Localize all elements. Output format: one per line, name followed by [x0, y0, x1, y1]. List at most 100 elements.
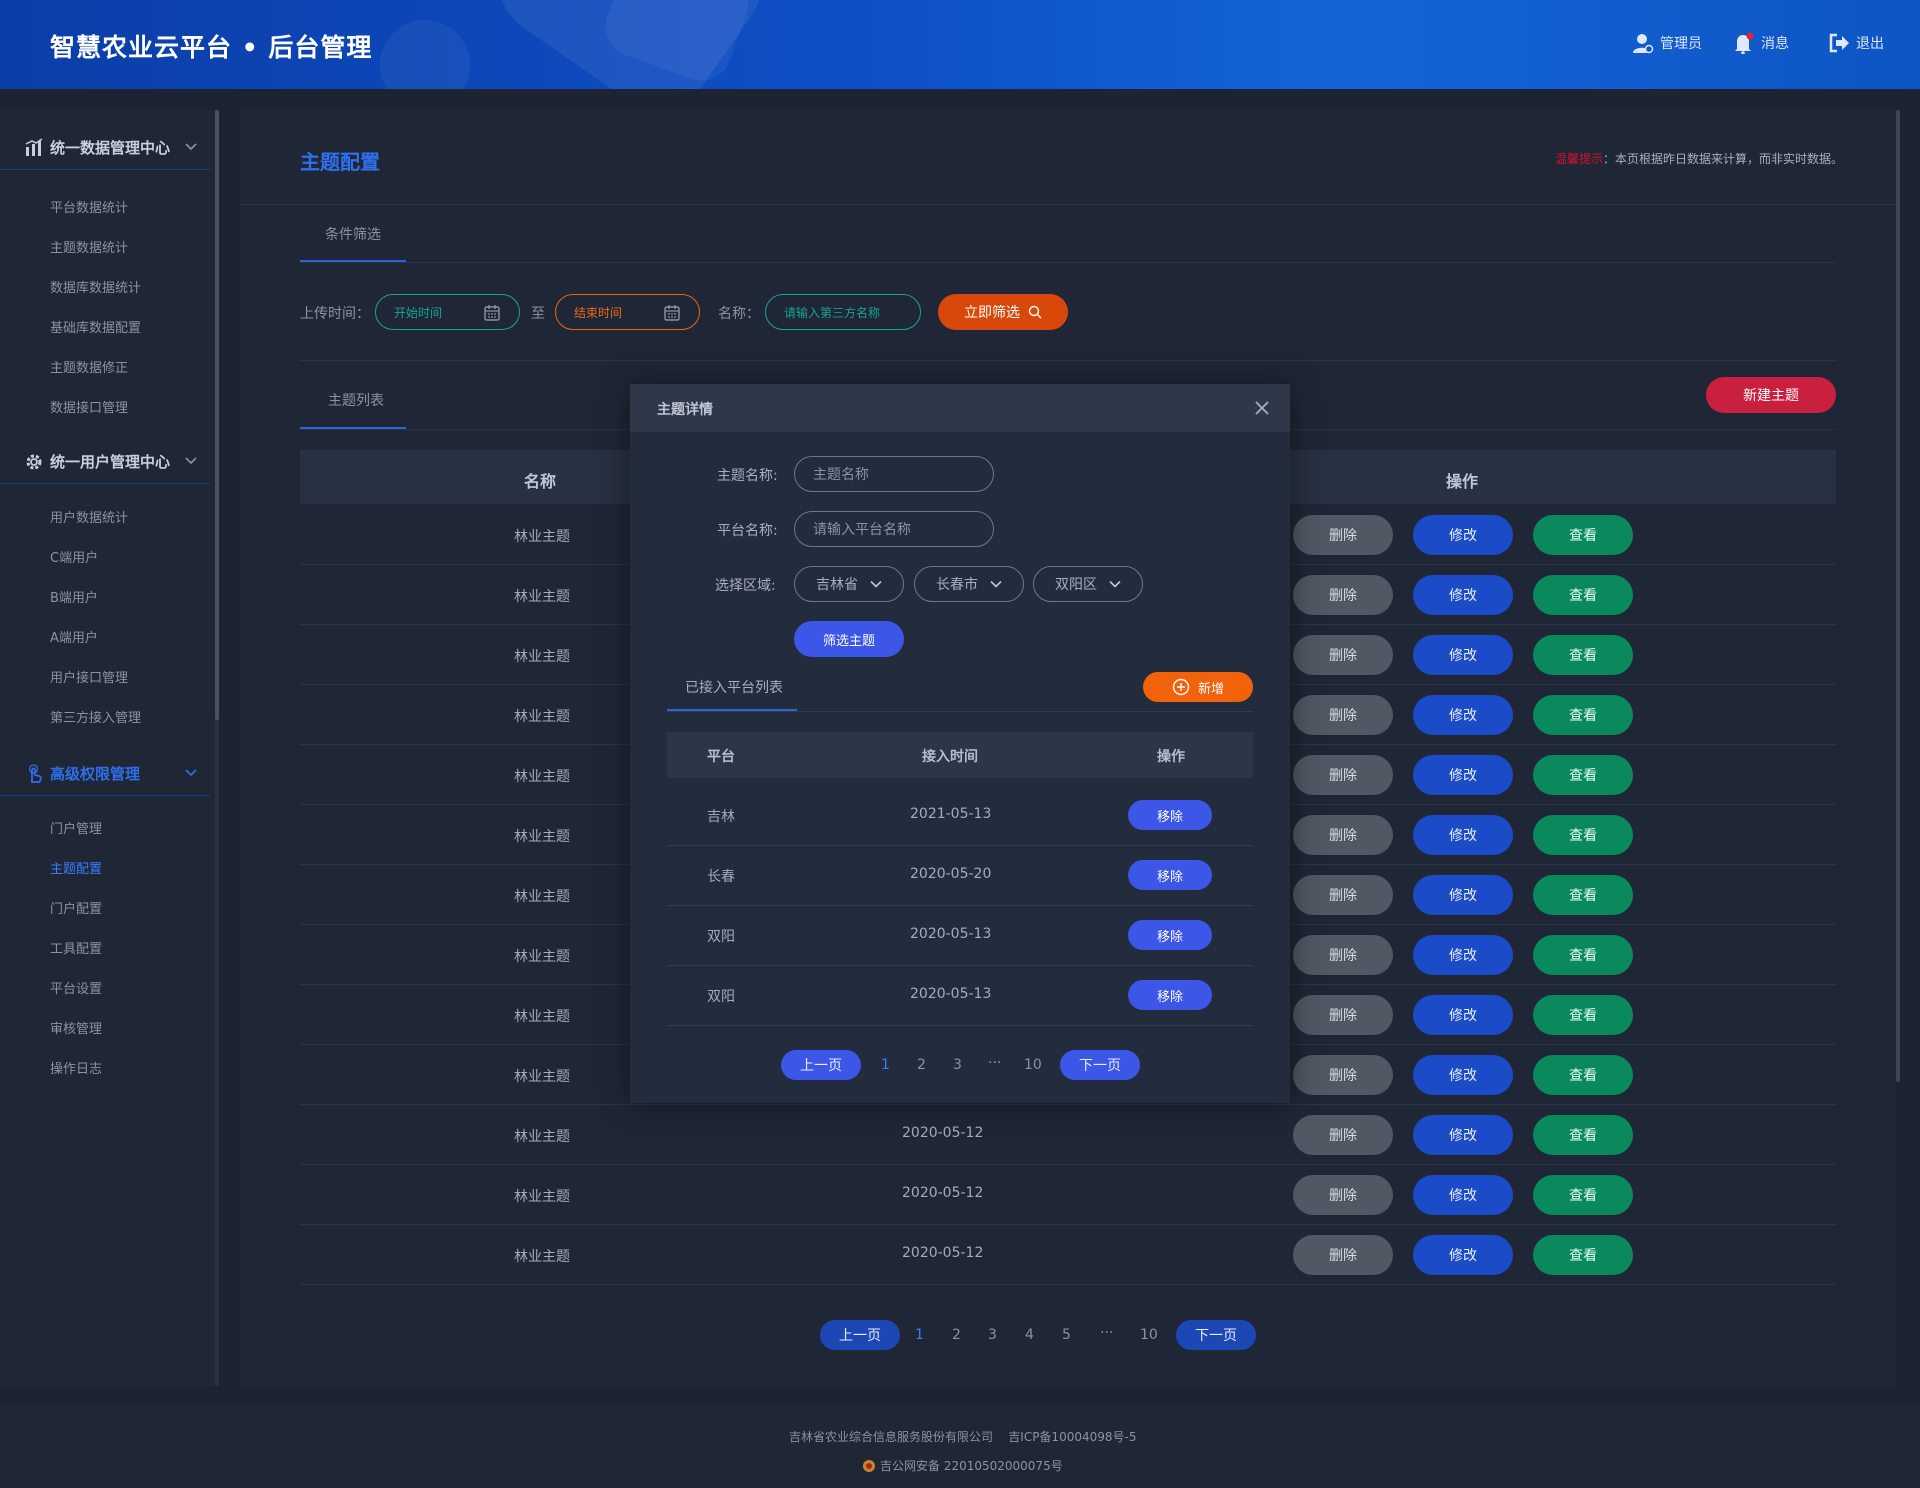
view-button[interactable]: 查看	[1533, 755, 1633, 795]
remove-button[interactable]: 移除	[1128, 920, 1212, 950]
edit-button[interactable]: 修改	[1413, 1115, 1513, 1155]
sidebar-item-a-users[interactable]: A端用户	[50, 627, 98, 646]
edit-button[interactable]: 修改	[1413, 1235, 1513, 1275]
sidebar-item-platform-settings[interactable]: 平台设置	[50, 978, 102, 997]
new-theme-button[interactable]: 新建主题	[1706, 377, 1836, 413]
sidebar-scrollbar[interactable]	[215, 110, 219, 720]
delete-button[interactable]: 删除	[1293, 635, 1393, 675]
sidebar-item-portal-config[interactable]: 门户配置	[50, 898, 102, 917]
sidebar-group-data-center[interactable]: 统一数据管理中心	[0, 126, 210, 170]
edit-button[interactable]: 修改	[1413, 635, 1513, 675]
edit-button[interactable]: 修改	[1413, 1055, 1513, 1095]
main-scrollbar[interactable]	[1896, 110, 1900, 1082]
footer-police[interactable]: 吉公网安备 22010502000075号	[862, 1457, 1063, 1474]
add-platform-button[interactable]: 新增	[1143, 672, 1253, 702]
start-date-input[interactable]: 开始时间	[375, 294, 520, 330]
sidebar-item-operation-log[interactable]: 操作日志	[50, 1058, 102, 1077]
delete-button[interactable]: 删除	[1293, 695, 1393, 735]
city-select[interactable]: 长春市	[914, 566, 1024, 602]
sidebar-item-database-stats[interactable]: 数据库数据统计	[50, 277, 141, 296]
name-search-input[interactable]: 请输入第三方名称	[765, 294, 921, 330]
edit-button[interactable]: 修改	[1413, 995, 1513, 1035]
admin-button[interactable]: 管理员	[1632, 32, 1702, 54]
filter-submit-button[interactable]: 立即筛选	[938, 294, 1068, 330]
delete-button[interactable]: 删除	[1293, 935, 1393, 975]
remove-button[interactable]: 移除	[1128, 860, 1212, 890]
sidebar-item-user-api[interactable]: 用户接口管理	[50, 667, 128, 686]
view-button[interactable]: 查看	[1533, 515, 1633, 555]
view-button[interactable]: 查看	[1533, 1055, 1633, 1095]
sidebar-item-theme-stats[interactable]: 主题数据统计	[50, 237, 128, 256]
tab-theme-list[interactable]: 主题列表	[328, 390, 384, 410]
sidebar-group-user-center[interactable]: 统一用户管理中心	[0, 440, 210, 484]
delete-button[interactable]: 删除	[1293, 1055, 1393, 1095]
filter-theme-button[interactable]: 筛选主题	[794, 621, 904, 657]
remove-button[interactable]: 移除	[1128, 800, 1212, 830]
edit-button[interactable]: 修改	[1413, 815, 1513, 855]
sidebar-group-permissions[interactable]: 高级权限管理	[0, 752, 210, 796]
view-button[interactable]: 查看	[1533, 815, 1633, 855]
sidebar-item-portal-manage[interactable]: 门户管理	[50, 818, 102, 837]
logout-button[interactable]: 退出	[1828, 32, 1884, 54]
delete-button[interactable]: 删除	[1293, 815, 1393, 855]
pagination-page[interactable]: 3	[988, 1327, 997, 1343]
pagination-page[interactable]: 10	[1140, 1327, 1158, 1343]
edit-button[interactable]: 修改	[1413, 695, 1513, 735]
sidebar-item-theme-correction[interactable]: 主题数据修正	[50, 357, 128, 376]
tab-filter[interactable]: 条件筛选	[325, 224, 381, 244]
sidebar-item-c-users[interactable]: C端用户	[50, 547, 98, 566]
close-icon[interactable]	[1254, 400, 1270, 416]
view-button[interactable]: 查看	[1533, 1115, 1633, 1155]
view-button[interactable]: 查看	[1533, 995, 1633, 1035]
view-button[interactable]: 查看	[1533, 635, 1633, 675]
sidebar-item-third-party[interactable]: 第三方接入管理	[50, 707, 141, 726]
messages-button[interactable]: 消息	[1733, 32, 1789, 54]
pagination-next-button[interactable]: 下一页	[1176, 1320, 1256, 1350]
delete-button[interactable]: 删除	[1293, 1235, 1393, 1275]
modal-pagination-page[interactable]: 2	[917, 1057, 926, 1073]
sidebar-item-b-users[interactable]: B端用户	[50, 587, 98, 606]
delete-button[interactable]: 删除	[1293, 755, 1393, 795]
remove-button[interactable]: 移除	[1128, 980, 1212, 1010]
delete-button[interactable]: 删除	[1293, 1175, 1393, 1215]
pagination-page[interactable]: 5	[1062, 1327, 1071, 1343]
modal-pagination-page[interactable]: 3	[953, 1057, 962, 1073]
modal-pagination-page[interactable]: 10	[1024, 1057, 1042, 1073]
tab-connected-platforms[interactable]: 已接入平台列表	[685, 677, 783, 697]
delete-button[interactable]: 删除	[1293, 875, 1393, 915]
sidebar-item-platform-stats[interactable]: 平台数据统计	[50, 197, 128, 216]
edit-button[interactable]: 修改	[1413, 755, 1513, 795]
pagination-page[interactable]: 4	[1025, 1327, 1034, 1343]
modal-pagination-prev-button[interactable]: 上一页	[781, 1050, 861, 1080]
edit-button[interactable]: 修改	[1413, 515, 1513, 555]
pagination-prev-button[interactable]: 上一页	[820, 1320, 900, 1350]
sidebar-item-tool-config[interactable]: 工具配置	[50, 938, 102, 957]
platform-name-input[interactable]: 请输入平台名称	[794, 511, 994, 547]
edit-button[interactable]: 修改	[1413, 935, 1513, 975]
sidebar-item-user-stats[interactable]: 用户数据统计	[50, 507, 128, 526]
modal-pagination-next-button[interactable]: 下一页	[1060, 1050, 1140, 1080]
sidebar-item-review[interactable]: 审核管理	[50, 1018, 102, 1037]
sidebar-item-data-api[interactable]: 数据接口管理	[50, 397, 128, 416]
view-button[interactable]: 查看	[1533, 935, 1633, 975]
province-select[interactable]: 吉林省	[794, 566, 904, 602]
edit-button[interactable]: 修改	[1413, 1175, 1513, 1215]
delete-button[interactable]: 删除	[1293, 1115, 1393, 1155]
pagination-page[interactable]: 1	[915, 1327, 924, 1343]
edit-button[interactable]: 修改	[1413, 875, 1513, 915]
view-button[interactable]: 查看	[1533, 875, 1633, 915]
view-button[interactable]: 查看	[1533, 695, 1633, 735]
delete-button[interactable]: 删除	[1293, 575, 1393, 615]
end-date-input[interactable]: 结束时间	[555, 294, 700, 330]
modal-pagination-page[interactable]: 1	[881, 1057, 890, 1073]
delete-button[interactable]: 删除	[1293, 515, 1393, 555]
edit-button[interactable]: 修改	[1413, 575, 1513, 615]
theme-name-input[interactable]: 主题名称	[794, 456, 994, 492]
sidebar-item-base-config[interactable]: 基础库数据配置	[50, 317, 141, 336]
view-button[interactable]: 查看	[1533, 575, 1633, 615]
sidebar-item-theme-config[interactable]: 主题配置	[50, 858, 102, 877]
district-select[interactable]: 双阳区	[1033, 566, 1143, 602]
view-button[interactable]: 查看	[1533, 1175, 1633, 1215]
pagination-page[interactable]: 2	[952, 1327, 961, 1343]
view-button[interactable]: 查看	[1533, 1235, 1633, 1275]
